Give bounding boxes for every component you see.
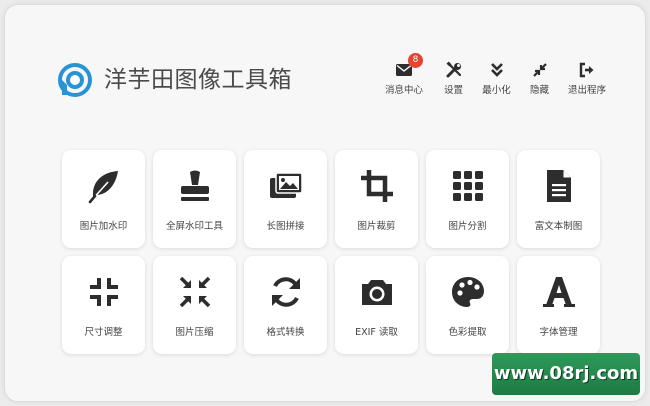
settings-button[interactable]: 设置 xyxy=(433,61,474,96)
exit-label: 退出程序 xyxy=(567,85,606,96)
tool-label: 图片加水印 xyxy=(79,221,128,232)
app-title: 洋芋田图像工具箱 xyxy=(104,67,292,93)
top-toolbar: 8 消息中心 设置 最小化 隐藏 退出程序 xyxy=(377,53,614,96)
grid-icon xyxy=(452,171,483,201)
tool-label: 色彩提取 xyxy=(448,327,487,338)
tool-color-extract[interactable]: 色彩提取 xyxy=(426,256,509,354)
tool-resize[interactable]: 尺寸调整 xyxy=(62,256,145,354)
tool-grid: 图片加水印 全屏水印工具 长图拼接 图片裁剪 图片分割 富文本制图 尺寸调整 图… xyxy=(62,150,600,354)
tool-rich-text[interactable]: 富文本制图 xyxy=(517,150,600,248)
tool-exif-read[interactable]: EXIF 读取 xyxy=(335,256,418,354)
tool-fullscreen-watermark[interactable]: 全屏水印工具 xyxy=(153,150,236,248)
tool-label: 富文本制图 xyxy=(534,221,583,232)
document-icon xyxy=(546,170,571,202)
tool-split[interactable]: 图片分割 xyxy=(426,150,509,248)
tool-format-convert[interactable]: 格式转换 xyxy=(244,256,327,354)
crop-icon xyxy=(360,170,393,202)
tool-label: 尺寸调整 xyxy=(84,327,123,338)
message-center-button[interactable]: 8 消息中心 xyxy=(377,53,431,96)
shrink-icon xyxy=(179,276,210,308)
tool-crop[interactable]: 图片裁剪 xyxy=(335,150,418,248)
tool-label: 图片分割 xyxy=(448,221,487,232)
tool-long-image-stitch[interactable]: 长图拼接 xyxy=(244,150,327,248)
tool-label: 字体管理 xyxy=(539,327,578,338)
tool-label: 长图拼接 xyxy=(266,221,305,232)
tool-label: 图片压缩 xyxy=(175,327,214,338)
message-count-badge: 8 xyxy=(408,53,423,68)
sign-out-icon xyxy=(579,62,594,78)
tool-label: 图片裁剪 xyxy=(357,221,396,232)
app-window: 洋芋田图像工具箱 8 消息中心 设置 最小化 隐藏 退出程序 图片加水印 全屏水… xyxy=(4,4,646,402)
message-center-label: 消息中心 xyxy=(384,85,423,96)
palette-icon xyxy=(451,277,484,307)
feather-icon xyxy=(88,171,118,204)
tool-label: 格式转换 xyxy=(266,327,305,338)
tool-add-watermark[interactable]: 图片加水印 xyxy=(62,150,145,248)
minimize-button[interactable]: 最小化 xyxy=(476,61,517,96)
tool-font-manager[interactable]: 字体管理 xyxy=(517,256,600,354)
collapse-icon xyxy=(532,63,547,77)
app-logo xyxy=(58,63,92,97)
images-icon xyxy=(269,172,303,198)
settings-label: 设置 xyxy=(443,85,463,96)
camera-icon xyxy=(361,280,392,305)
compress-icon xyxy=(89,278,118,306)
tool-label: EXIF 读取 xyxy=(355,327,398,338)
font-icon xyxy=(542,277,575,307)
hide-label: 隐藏 xyxy=(529,85,549,96)
minimize-label: 最小化 xyxy=(482,85,511,96)
sync-icon xyxy=(271,277,300,307)
tools-icon xyxy=(446,61,461,78)
stamp-icon xyxy=(180,170,209,201)
exit-button[interactable]: 退出程序 xyxy=(562,61,612,96)
site-watermark: www.08rj.com xyxy=(492,353,640,395)
hide-button[interactable]: 隐藏 xyxy=(519,61,560,96)
chevrons-down-icon xyxy=(490,63,503,77)
tool-label: 全屏水印工具 xyxy=(165,221,223,232)
tool-compress[interactable]: 图片压缩 xyxy=(153,256,236,354)
